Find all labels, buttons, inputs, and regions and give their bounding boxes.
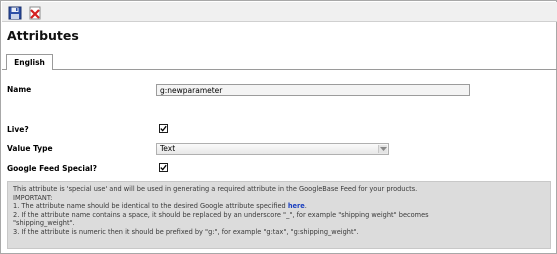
tab-english[interactable]: English — [6, 54, 53, 70]
note-text: . — [304, 202, 307, 211]
page-title: Attributes — [7, 28, 79, 43]
value-type-label: Value Type — [7, 144, 53, 153]
note-line: IMPORTANT: — [13, 193, 53, 202]
note-line: 2. If the attribute name contains a spac… — [13, 210, 429, 219]
note-line: 3. If the attribute is numeric then it s… — [13, 227, 359, 236]
google-feed-checkbox[interactable] — [159, 163, 168, 172]
note-line: This attribute is 'special use' and will… — [13, 185, 418, 193]
live-checkbox[interactable] — [159, 124, 168, 133]
here-link[interactable]: here — [288, 202, 305, 210]
value-type-select[interactable]: Text — [156, 143, 389, 155]
live-label: Live? — [7, 125, 29, 134]
attributes-panel: Attributes English Name Live? Value Type… — [0, 0, 557, 254]
info-note: This attribute is 'special use' and will… — [7, 181, 551, 249]
cancel-icon[interactable] — [28, 5, 42, 20]
name-label: Name — [7, 85, 32, 94]
toolbar — [2, 2, 557, 22]
tab-bar-divider — [2, 69, 557, 70]
checkmark-icon — [160, 164, 167, 171]
note-line: 1. The attribute name should be identica… — [13, 202, 545, 211]
note-text: 1. The attribute name should be identica… — [13, 202, 288, 211]
google-feed-label: Google Feed Special? — [7, 164, 97, 173]
chevron-down-icon — [378, 145, 387, 153]
checkmark-icon — [160, 125, 167, 132]
save-icon[interactable] — [8, 5, 22, 20]
name-input[interactable] — [156, 84, 470, 96]
note-line: "shipping_weight". — [13, 219, 75, 228]
value-type-selected: Text — [160, 144, 176, 153]
